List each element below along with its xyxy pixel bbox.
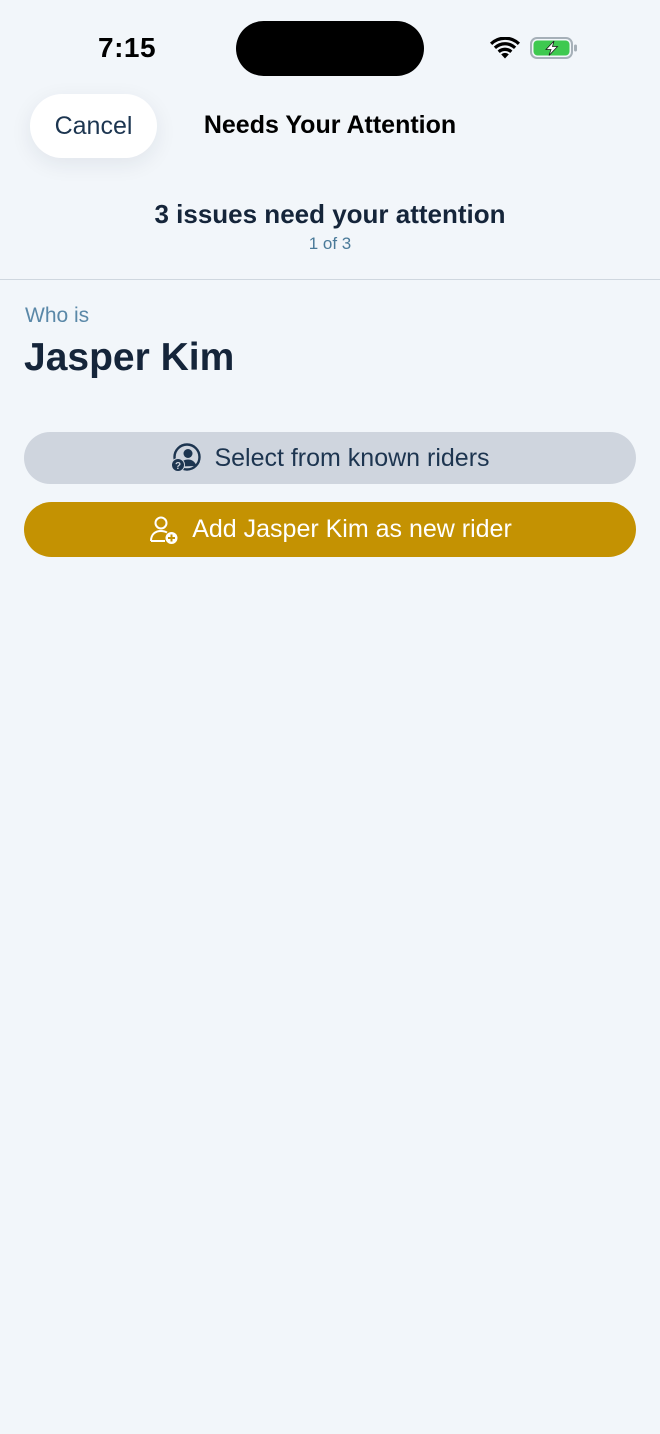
add-new-rider-label: Add Jasper Kim as new rider — [192, 515, 512, 543]
dynamic-island — [236, 21, 424, 76]
page-title: Needs Your Attention — [203, 111, 457, 139]
select-known-riders-button[interactable]: ? Select from known riders — [24, 432, 636, 484]
add-new-rider-button[interactable]: Add Jasper Kim as new rider — [24, 502, 636, 557]
wifi-icon — [490, 37, 520, 59]
status-bar: 7:15 — [0, 0, 660, 96]
progress-header: 3 issues need your attention 1 of 3 — [0, 196, 660, 254]
battery-charging-icon — [530, 37, 577, 59]
person-add-icon — [150, 516, 178, 544]
status-time: 7:15 — [98, 32, 157, 63]
svg-text:?: ? — [175, 461, 181, 472]
question-label: Who is — [25, 304, 90, 327]
person-question-icon: ? — [171, 443, 202, 472]
divider — [0, 279, 660, 280]
progress-title: 3 issues need your attention — [154, 199, 506, 229]
select-known-riders-label: Select from known riders — [214, 443, 490, 472]
progress-count: 1 of 3 — [308, 234, 352, 253]
rider-name: Jasper Kim — [24, 336, 235, 379]
